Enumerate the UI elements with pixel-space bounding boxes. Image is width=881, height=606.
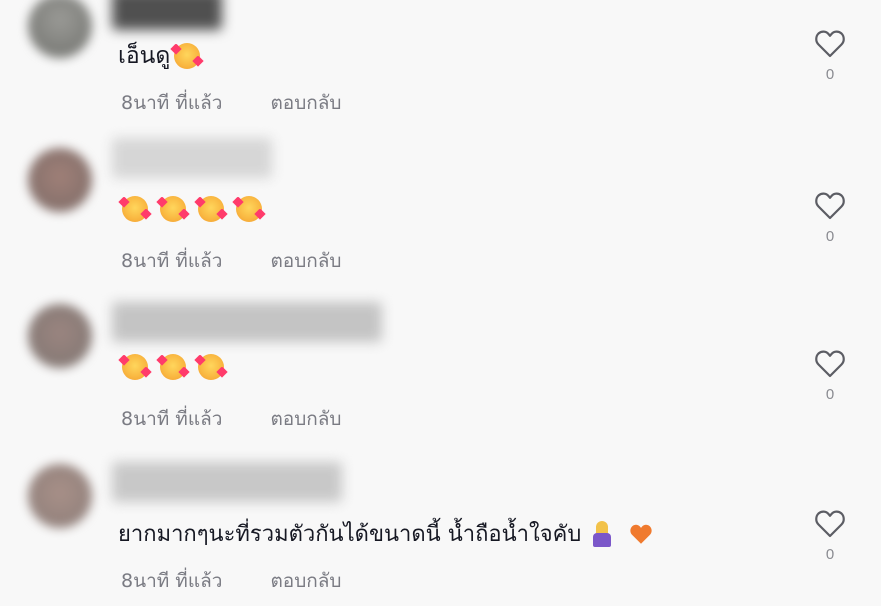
reply-button[interactable]: ตอบกลับ [270,570,341,592]
avatar[interactable] [28,148,92,212]
username-blurred[interactable] [112,0,222,30]
smiling-face-with-hearts-emoji [160,196,186,222]
comment-time: 8นาที ที่แล้ว [121,250,223,272]
folded-hands-emoji [593,520,612,547]
comment-item: ยากมากๆนะที่รวมตัวกันได้ขนาดนี้ น้ำถือน้… [0,450,881,600]
comment-time: 8นาที ที่แล้ว [121,92,223,114]
like-count: 0 [825,386,835,403]
reply-button[interactable]: ตอบกลับ [270,92,341,114]
comment-item: 8นาที ที่แล้ว ตอบกลับ 0 [0,300,881,450]
comment-meta: 8นาที ที่แล้ว ตอบกลับ [121,246,341,276]
comment-meta: 8นาที ที่แล้ว ตอบกลับ [121,88,341,118]
comment-meta: 8นาที ที่แล้ว ตอบกลับ [121,404,341,434]
like-button[interactable]: 0 [812,350,848,403]
comment-text: ยากมากๆนะที่รวมตัวกันได้ขนาดนี้ น้ำถือน้… [118,516,653,551]
like-count: 0 [825,66,835,83]
username-blurred[interactable] [112,302,382,342]
username-blurred[interactable] [112,138,272,178]
comment-text: เอ็นดู [118,38,208,74]
like-count: 0 [825,546,835,563]
comment-item: เอ็นดู 8นาที ที่แล้ว ตอบกลับ 0 [0,0,881,150]
reply-button[interactable]: ตอบกลับ [270,408,341,430]
smiling-face-with-hearts-emoji [198,354,224,380]
smiling-face-with-hearts-emoji [122,196,148,222]
smiling-face-with-hearts-emoji [198,196,224,222]
comment-text-value: เอ็นดู [118,43,171,69]
comment-text-value: ยากมากๆนะที่รวมตัวกันได้ขนาดนี้ น้ำถือน้… [118,522,582,547]
heart-outline-icon[interactable] [814,30,846,58]
username-blurred[interactable] [112,462,342,502]
heart-outline-icon[interactable] [814,350,846,378]
like-button[interactable]: 0 [812,510,848,563]
like-button[interactable]: 0 [812,30,848,83]
smiling-face-with-hearts-emoji [122,354,148,380]
comment-meta: 8นาที ที่แล้ว ตอบกลับ [121,566,341,596]
avatar[interactable] [28,304,92,368]
heart-outline-icon[interactable] [814,510,846,538]
comment-time: 8นาที ที่แล้ว [121,408,223,430]
comment-item: 8นาที ที่แล้ว ตอบกลับ 0 [0,138,881,300]
reply-button[interactable]: ตอบกลับ [270,250,341,272]
avatar[interactable] [28,0,92,58]
smiling-face-with-hearts-emoji [174,43,201,69]
like-button[interactable]: 0 [812,192,848,245]
like-count: 0 [825,228,835,245]
comment-text [118,354,232,380]
comment-text [118,196,270,222]
orange-heart-emoji [630,524,652,544]
heart-outline-icon[interactable] [814,192,846,220]
smiling-face-with-hearts-emoji [160,354,186,380]
comment-time: 8นาที ที่แล้ว [121,570,223,592]
smiling-face-with-hearts-emoji [236,196,262,222]
avatar[interactable] [28,464,92,528]
